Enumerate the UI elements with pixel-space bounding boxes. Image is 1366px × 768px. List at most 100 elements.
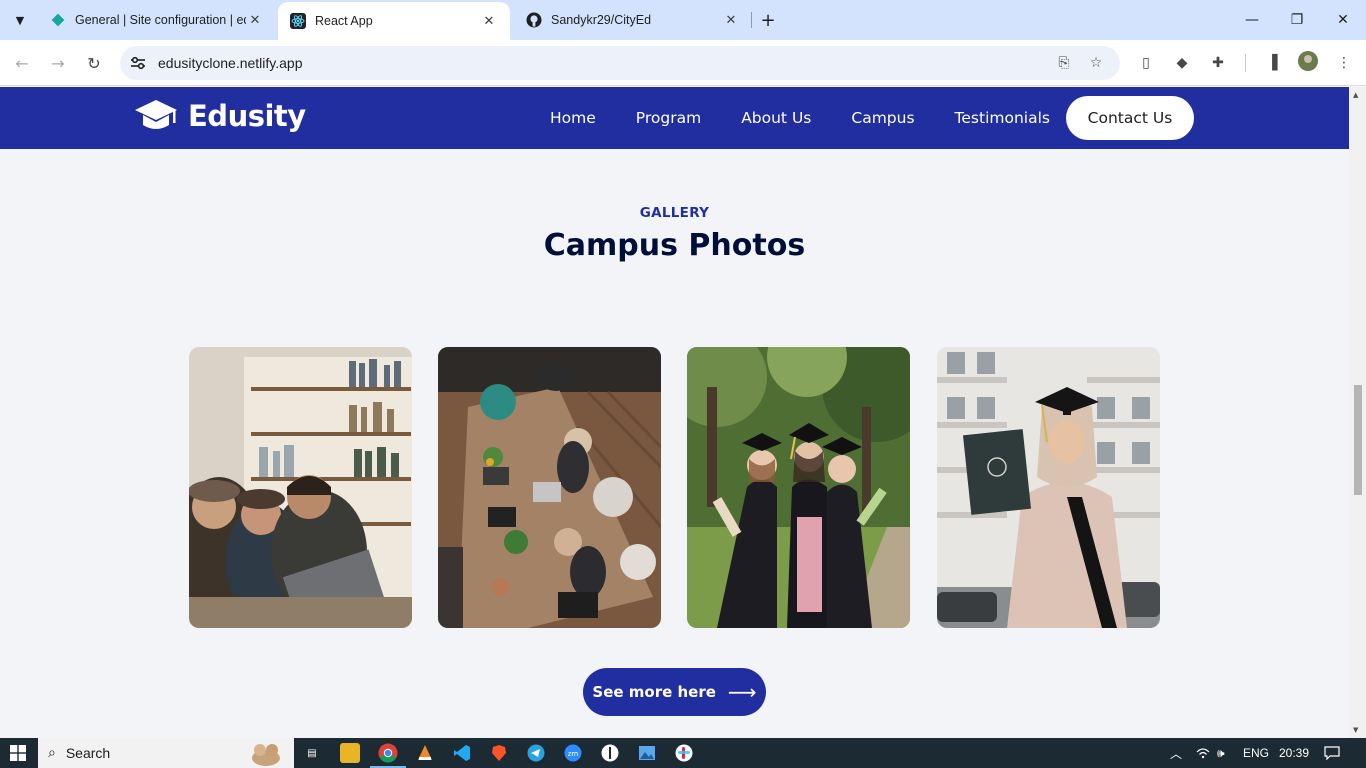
plus-icon: + (760, 9, 776, 31)
forward-button[interactable]: → (44, 49, 72, 77)
close-icon[interactable]: ✕ (246, 11, 264, 29)
task-view-icon[interactable]: ▤ (302, 743, 322, 763)
vscode-icon[interactable] (452, 743, 472, 763)
reload-button[interactable]: ↻ (80, 49, 108, 77)
contact-us-button[interactable]: Contact Us (1066, 96, 1194, 140)
avatar (1298, 51, 1318, 75)
netlify-diamond-icon (50, 12, 66, 28)
gallery-photo-office-table[interactable] (438, 347, 661, 628)
zoom-icon[interactable]: zm (563, 743, 583, 763)
scroll-down-icon[interactable]: ▼ (1353, 726, 1358, 734)
wifi-icon[interactable] (1196, 738, 1210, 768)
extension-mouse-button[interactable]: ▯ (1132, 49, 1160, 77)
section-eyebrow: GALLERY (639, 205, 710, 221)
back-button[interactable]: ← (8, 49, 36, 77)
chevron-down-icon: ▼ (15, 13, 25, 27)
gallery-photo-library-students[interactable] (189, 347, 412, 628)
extensions-button[interactable]: ✚ (1204, 49, 1232, 77)
search-highlight-illustration (252, 744, 280, 766)
browser-toolbar: ← → ↻ edusityclone.netlify.app ⎘ ☆ ▯ ◆ ✚… (0, 40, 1366, 86)
tab-search-button[interactable]: ▼ (8, 8, 32, 32)
windows-start-icon[interactable] (10, 745, 26, 761)
brave-icon[interactable] (489, 743, 509, 763)
tab-site-configuration[interactable]: General | Site configuration | edusitycl… (38, 0, 276, 40)
search-icon: ⌕ (48, 745, 56, 761)
taskbar-search[interactable]: ⌕ Search (38, 738, 294, 768)
nav-program[interactable]: Program (636, 109, 701, 127)
site-navbar: Edusity Home Program About Us Campus Tes… (0, 87, 1349, 149)
nav-about-us[interactable]: About Us (741, 109, 811, 127)
photos-icon[interactable] (637, 743, 657, 763)
logo-text: Edusity (188, 99, 306, 133)
page-scrollbar[interactable]: ▲ ▼ (1349, 87, 1366, 738)
menu-button[interactable]: ⋮ (1330, 49, 1358, 77)
page-viewport: Edusity Home Program About Us Campus Tes… (0, 87, 1349, 738)
tray-chevron-icon[interactable]: ︿ (1170, 738, 1182, 768)
graduation-cap-icon (135, 100, 177, 129)
arrow-right-icon: ⟶ (727, 680, 757, 704)
gallery-photo-graduates[interactable] (687, 347, 910, 628)
nav-campus[interactable]: Campus (851, 109, 914, 127)
url-text: edusityclone.netlify.app (158, 55, 303, 71)
side-panel-icon: ▐ (1266, 55, 1278, 71)
language-indicator[interactable]: ENG (1243, 738, 1269, 768)
close-window-button[interactable]: ✕ (1320, 0, 1366, 40)
tab-title: General | Site configuration | edusitycl… (75, 13, 246, 27)
close-icon: ✕ (1337, 12, 1349, 28)
profile-button[interactable] (1294, 49, 1322, 77)
reload-icon: ↻ (87, 53, 101, 73)
star-icon: ☆ (1089, 55, 1103, 71)
chrome-icon[interactable] (370, 743, 406, 768)
clock[interactable]: 20:39 (1279, 738, 1309, 768)
windows-taskbar: ⌕ Search ▤ zm ︿ 🕪 ENG 20:39 (0, 738, 1366, 768)
volume-icon[interactable]: 🕪 (1217, 738, 1225, 768)
install-app-button[interactable]: ⎘ (1050, 49, 1078, 77)
scroll-up-icon[interactable]: ▲ (1353, 91, 1358, 99)
page-title: Campus Photos (543, 228, 806, 263)
nav-testimonials[interactable]: Testimonials (955, 109, 1050, 127)
scroll-thumb[interactable] (1354, 385, 1362, 495)
minimize-button[interactable]: — (1229, 0, 1275, 40)
nav-home[interactable]: Home (550, 109, 596, 127)
more-vertical-icon: ⋮ (1337, 55, 1351, 71)
install-icon: ⎘ (1058, 55, 1070, 71)
tab-github-repo[interactable]: Sandykr29/CityEd ✕ (514, 0, 752, 40)
extension-icon: ◆ (1176, 55, 1188, 71)
svg-text:zm: zm (568, 750, 579, 758)
gallery-photo-graduate-diploma[interactable] (937, 347, 1160, 628)
browser-tab-strip: ▼ General | Site configuration | edusity… (0, 0, 1366, 40)
notifications-icon[interactable] (1324, 738, 1340, 768)
nav-links: Home Program About Us Campus Testimonial… (530, 87, 1070, 149)
see-more-button[interactable]: See more here ⟶ (583, 668, 766, 716)
site-settings-icon[interactable] (126, 51, 150, 75)
slack-icon[interactable] (674, 743, 694, 763)
vlc-icon[interactable] (415, 743, 435, 763)
restore-icon: ❐ (1290, 12, 1304, 28)
tab-divider (751, 12, 752, 28)
telegram-icon[interactable] (526, 743, 546, 763)
arrow-left-icon: ← (15, 53, 29, 73)
address-bar[interactable]: edusityclone.netlify.app (120, 46, 1120, 80)
new-tab-button[interactable]: + (756, 8, 780, 32)
close-icon[interactable]: ✕ (722, 11, 740, 29)
side-panel-button[interactable]: ▐ (1258, 49, 1286, 77)
mouse-icon: ▯ (1142, 55, 1150, 71)
extension-brave-button[interactable]: ◆ (1168, 49, 1196, 77)
react-icon (290, 13, 306, 29)
app-icon[interactable] (600, 743, 620, 763)
tab-title: Sandykr29/CityEd (551, 13, 652, 27)
search-placeholder: Search (65, 745, 111, 761)
arrow-right-icon: → (51, 53, 65, 73)
toolbar-divider (1245, 54, 1246, 72)
site-logo[interactable]: Edusity (134, 98, 306, 134)
github-icon (526, 12, 542, 28)
puzzle-icon: ✚ (1212, 55, 1224, 71)
restore-button[interactable]: ❐ (1274, 0, 1320, 40)
tab-react-app[interactable]: React App ✕ (278, 2, 510, 40)
tab-title: React App (315, 14, 373, 28)
minimize-icon: — (1245, 12, 1259, 28)
bookmark-button[interactable]: ☆ (1082, 49, 1110, 77)
close-icon[interactable]: ✕ (480, 12, 498, 30)
see-more-label: See more here (592, 683, 716, 701)
file-explorer-icon[interactable] (340, 743, 360, 763)
